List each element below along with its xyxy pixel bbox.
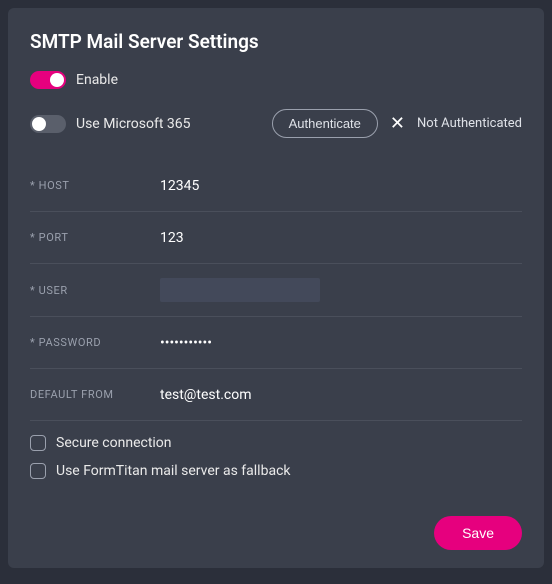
default-from-label: DEFAULT FROM: [30, 388, 160, 401]
host-row: * HOST 12345: [30, 160, 522, 212]
toggle-knob: [50, 73, 64, 87]
user-label: * USER: [30, 284, 160, 297]
user-row: * USER: [30, 264, 522, 317]
save-button[interactable]: Save: [434, 516, 522, 550]
auth-status-text: Not Authenticated: [417, 116, 522, 131]
port-input[interactable]: 123: [160, 230, 522, 246]
page-title: SMTP Mail Server Settings: [30, 30, 522, 53]
password-input[interactable]: •••••••••••: [160, 335, 522, 351]
default-from-row: DEFAULT FROM test@test.com: [30, 369, 522, 421]
password-label: * PASSWORD: [30, 336, 160, 349]
password-row: * PASSWORD •••••••••••: [30, 317, 522, 369]
enable-row: Enable: [30, 71, 522, 89]
user-input[interactable]: [160, 278, 320, 302]
enable-toggle[interactable]: [30, 71, 66, 89]
smtp-settings-panel: SMTP Mail Server Settings Enable Use Mic…: [8, 8, 544, 568]
host-label: * HOST: [30, 179, 160, 192]
enable-label: Enable: [76, 72, 118, 88]
authenticate-button[interactable]: Authenticate: [272, 109, 378, 138]
close-icon: ✕: [390, 115, 405, 133]
ms365-label: Use Microsoft 365: [76, 116, 190, 132]
host-input[interactable]: 12345: [160, 178, 522, 194]
port-row: * PORT 123: [30, 212, 522, 264]
toggle-knob: [32, 117, 46, 131]
secure-connection-checkbox[interactable]: [30, 435, 46, 451]
fallback-row: Use FormTitan mail server as fallback: [30, 463, 522, 479]
port-label: * PORT: [30, 231, 160, 244]
ms365-row: Use Microsoft 365 Authenticate ✕ Not Aut…: [30, 109, 522, 138]
ms365-toggle[interactable]: [30, 115, 66, 133]
secure-connection-row: Secure connection: [30, 435, 522, 451]
default-from-input[interactable]: test@test.com: [160, 387, 522, 403]
fallback-checkbox[interactable]: [30, 463, 46, 479]
fallback-label: Use FormTitan mail server as fallback: [56, 463, 291, 479]
redacted-block: [160, 278, 320, 302]
secure-connection-label: Secure connection: [56, 435, 172, 451]
